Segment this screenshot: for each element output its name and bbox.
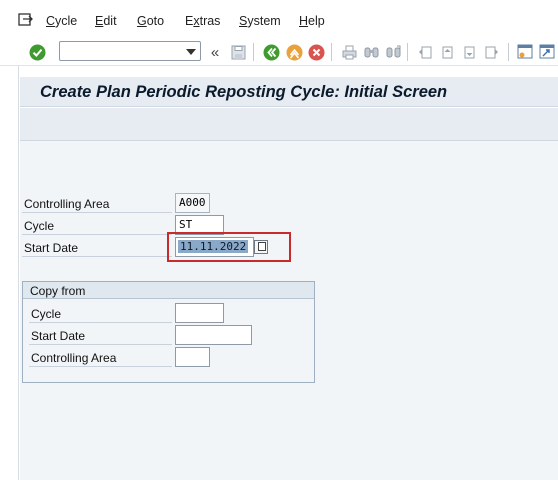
menu-icon[interactable] (18, 13, 34, 27)
menu-item-cycle[interactable]: Cycle (46, 14, 77, 28)
chevron-down-icon[interactable] (186, 49, 196, 55)
enter-check-icon[interactable] (28, 43, 46, 61)
collapse-command-icon[interactable]: « (206, 43, 224, 61)
toolbar-separator (253, 43, 254, 61)
last-page-icon[interactable] (482, 43, 500, 61)
command-field[interactable] (59, 41, 201, 61)
copy-start-date-label: Start Date (31, 329, 86, 343)
menu-item-edit[interactable]: Edit (95, 14, 117, 28)
first-page-icon[interactable] (416, 43, 434, 61)
create-session-icon[interactable] (516, 43, 534, 61)
start-date-label: Start Date (24, 241, 79, 255)
controlling-area-value: A000 (179, 196, 206, 209)
copy-controlling-area-label: Controlling Area (31, 351, 117, 365)
row-divider (29, 322, 172, 323)
generate-shortcut-icon[interactable] (538, 43, 556, 61)
page-title: Create Plan Periodic Reposting Cycle: In… (40, 83, 448, 101)
row-divider (22, 234, 172, 235)
previous-page-icon[interactable] (438, 43, 456, 61)
copy-cycle-label: Cycle (31, 307, 62, 321)
menu-item-goto[interactable]: Goto (137, 14, 164, 28)
menu-bar: Cycle Edit Goto Extras System Help (0, 0, 558, 38)
menu-item-system[interactable]: System (239, 14, 281, 28)
find-next-icon[interactable] (384, 43, 402, 61)
controlling-area-label: Controlling Area (24, 197, 110, 211)
controlling-area-field[interactable]: A000 (175, 193, 210, 213)
menu-item-extras[interactable]: Extras (185, 14, 220, 28)
save-icon[interactable] (229, 43, 247, 61)
standard-toolbar: « (0, 38, 558, 66)
application-toolbar (20, 108, 558, 141)
row-divider (29, 366, 172, 367)
find-icon[interactable] (362, 43, 380, 61)
row-divider (22, 256, 172, 257)
back-icon[interactable] (262, 43, 280, 61)
title-bar: Create Plan Periodic Reposting Cycle: In… (20, 77, 558, 107)
copy-from-header: Copy from (23, 282, 314, 299)
cancel-icon[interactable] (307, 43, 325, 61)
toolbar-separator (407, 43, 408, 61)
toolbar-separator (331, 43, 332, 61)
exit-icon[interactable] (285, 43, 303, 61)
print-icon[interactable] (340, 43, 358, 61)
toolbar-separator (508, 43, 509, 61)
left-strip (0, 66, 19, 480)
copy-cycle-field[interactable] (175, 303, 224, 323)
annotation-highlight-box (167, 232, 291, 262)
menu-item-help[interactable]: Help (299, 14, 325, 28)
collapse-command-glyph: « (210, 43, 220, 61)
cycle-label: Cycle (24, 219, 55, 233)
cycle-value: ST (179, 218, 193, 231)
next-page-icon[interactable] (460, 43, 478, 61)
copy-from-title: Copy from (30, 284, 86, 298)
row-divider (29, 344, 172, 345)
copy-controlling-area-field[interactable] (175, 347, 210, 367)
copy-start-date-field[interactable] (175, 325, 252, 345)
row-divider (22, 212, 172, 213)
